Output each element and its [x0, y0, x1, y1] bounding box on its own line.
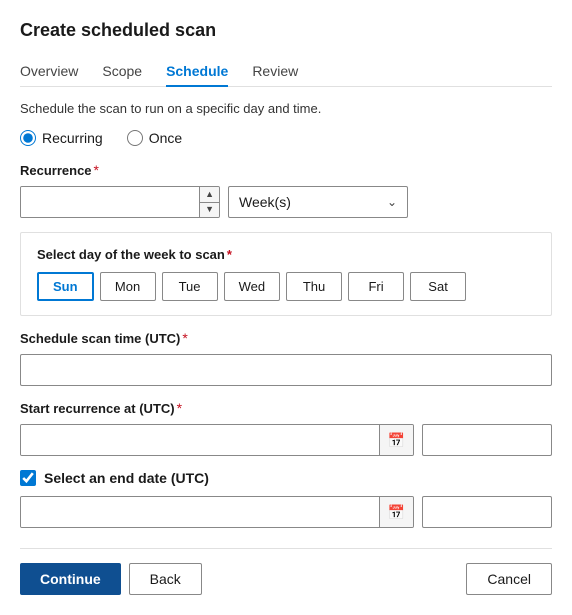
tab-review[interactable]: Review: [252, 57, 298, 87]
schedule-time-label: Schedule scan time (UTC): [20, 331, 180, 346]
back-button[interactable]: Back: [129, 563, 202, 595]
recurrence-label: Recurrence: [20, 163, 92, 178]
start-calendar-icon[interactable]: 📅: [379, 425, 413, 455]
recurring-radio[interactable]: [20, 130, 36, 146]
description-text: Schedule the scan to run on a specific d…: [20, 101, 552, 116]
once-radio-label[interactable]: Once: [127, 130, 182, 146]
end-calendar-icon[interactable]: 📅: [379, 497, 413, 527]
once-label: Once: [149, 130, 182, 146]
day-of-week-label: Select day of the week to scan*: [37, 247, 535, 262]
schedule-time-input[interactable]: 1:10:11 AM: [20, 354, 552, 386]
cancel-button[interactable]: Cancel: [466, 563, 552, 595]
recurring-radio-label[interactable]: Recurring: [20, 130, 103, 146]
spinner-buttons: ▲ ▼: [199, 187, 219, 217]
start-date-input[interactable]: 2024-01-06: [21, 425, 379, 455]
start-date-field[interactable]: 2024-01-06 📅: [20, 424, 414, 456]
once-radio[interactable]: [127, 130, 143, 146]
every-input[interactable]: 1: [21, 187, 199, 217]
schedule-time-label-row: Schedule scan time (UTC)*: [20, 330, 552, 346]
tab-scope[interactable]: Scope: [102, 57, 142, 87]
end-date-field[interactable]: 2024-01-08 📅: [20, 496, 414, 528]
day-btn-thu[interactable]: Thu: [286, 272, 342, 301]
day-btn-fri[interactable]: Fri: [348, 272, 404, 301]
start-time-input[interactable]: 7:41:50 PM: [422, 424, 552, 456]
recurrence-type-group: Recurring Once: [20, 130, 552, 146]
day-btn-wed[interactable]: Wed: [224, 272, 281, 301]
end-date-checkbox-row: Select an end date (UTC): [20, 470, 552, 486]
tab-bar: Overview Scope Schedule Review: [20, 57, 552, 87]
recurring-label: Recurring: [42, 130, 103, 146]
end-time-input[interactable]: 5:10:50 PM: [422, 496, 552, 528]
every-spinner[interactable]: 1 ▲ ▼: [20, 186, 220, 218]
schedule-time-input-wrap: 1:10:11 AM: [20, 354, 552, 386]
day-of-week-section: Select day of the week to scan* Sun Mon …: [20, 232, 552, 316]
recurrence-label-row: Recurrence*: [20, 162, 552, 178]
continue-button[interactable]: Continue: [20, 563, 121, 595]
tab-schedule[interactable]: Schedule: [166, 57, 228, 87]
recurrence-row: 1 ▲ ▼ Week(s) ⌄: [20, 186, 552, 218]
spinner-down[interactable]: ▼: [200, 203, 219, 218]
footer-left-buttons: Continue Back: [20, 563, 202, 595]
end-date-input[interactable]: 2024-01-08: [21, 497, 379, 527]
chevron-down-icon: ⌄: [387, 195, 397, 209]
period-dropdown[interactable]: Week(s) ⌄: [228, 186, 408, 218]
recurrence-required: *: [94, 162, 99, 178]
end-date-row: 2024-01-08 📅 5:10:50 PM: [20, 496, 552, 528]
day-btn-sat[interactable]: Sat: [410, 272, 466, 301]
tab-overview[interactable]: Overview: [20, 57, 78, 87]
start-recurrence-row: 2024-01-06 📅 7:41:50 PM: [20, 424, 552, 456]
spinner-up[interactable]: ▲: [200, 187, 219, 203]
day-buttons-group: Sun Mon Tue Wed Thu Fri Sat: [37, 272, 535, 301]
start-recurrence-label: Start recurrence at (UTC): [20, 401, 175, 416]
day-btn-sun[interactable]: Sun: [37, 272, 94, 301]
footer: Continue Back Cancel: [20, 548, 552, 595]
period-selected: Week(s): [239, 194, 291, 210]
day-btn-tue[interactable]: Tue: [162, 272, 218, 301]
start-recurrence-label-row: Start recurrence at (UTC)*: [20, 400, 552, 416]
end-date-checkbox[interactable]: [20, 470, 36, 486]
page-title: Create scheduled scan: [20, 20, 552, 41]
end-date-checkbox-label: Select an end date (UTC): [44, 470, 209, 486]
day-btn-mon[interactable]: Mon: [100, 272, 156, 301]
